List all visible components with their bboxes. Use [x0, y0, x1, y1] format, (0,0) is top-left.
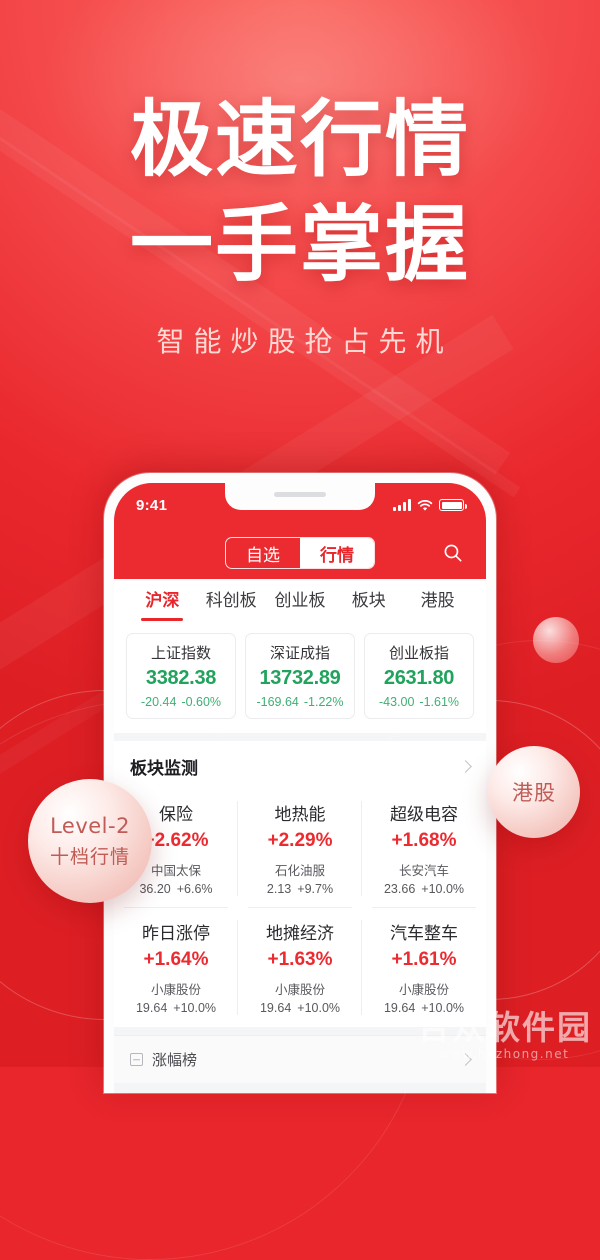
badge-level2: Level-2 十档行情: [28, 779, 152, 903]
index-change-abs: -169.64: [256, 695, 299, 709]
index-change: -169.64 -1.22%: [248, 695, 352, 709]
lead-stock-percent: +10.0%: [173, 1001, 217, 1015]
tab-hushen[interactable]: 沪深: [128, 579, 197, 623]
lead-stock-quote: 19.64 +10.0%: [364, 1001, 484, 1015]
segmented-control[interactable]: 自选 行情: [225, 537, 375, 569]
lead-stock-percent: +9.7%: [297, 882, 334, 896]
lead-stock-price: 19.64: [383, 1001, 416, 1015]
chevron-right-icon[interactable]: [459, 1053, 472, 1066]
signal-bars-icon: [393, 499, 411, 511]
index-value: 13732.89: [259, 667, 341, 689]
status-bar: 9:41: [114, 483, 486, 527]
sector-percent: +1.63%: [267, 949, 333, 970]
index-name: 深证成指: [269, 644, 330, 662]
gainers-list-row[interactable]: 涨幅榜: [114, 1035, 486, 1083]
lead-stock-price: 2.13: [266, 882, 292, 896]
decorative-bubble: [533, 617, 579, 663]
tab-chuangye[interactable]: 创业板: [266, 579, 335, 623]
status-bar-clock: 9:41: [136, 496, 168, 514]
wifi-icon: [417, 499, 433, 511]
sector-name: 地摊经济: [266, 924, 334, 944]
index-value: 2631.80: [383, 667, 455, 689]
segment-watchlist[interactable]: 自选: [226, 538, 300, 568]
badge-hk-stocks: 港股: [488, 746, 580, 838]
badge-level2-line1: Level-2: [50, 813, 130, 838]
sector-cell[interactable]: 地摊经济 +1.63% 小康股份 19.64 +10.0%: [238, 908, 362, 1027]
collapse-box-icon[interactable]: [130, 1053, 143, 1066]
lead-stock-quote: 19.64 +10.0%: [240, 1001, 360, 1015]
segment-market[interactable]: 行情: [300, 538, 374, 568]
hero-headline-line2: 一手掌握: [130, 196, 470, 293]
tab-bankuai[interactable]: 板块: [334, 579, 403, 623]
lead-stock-name: 小康股份: [274, 982, 325, 997]
phone-notch: [225, 483, 375, 510]
index-name: 上证指数: [150, 644, 211, 662]
index-value: 3382.38: [145, 667, 217, 689]
lead-stock-percent: +10.0%: [297, 1001, 341, 1015]
index-change-abs: -43.00: [378, 695, 415, 709]
app-navbar: 自选 行情: [114, 527, 486, 579]
index-name: 创业板指: [388, 644, 449, 662]
status-bar-indicators: [393, 499, 467, 512]
hero-subtitle: 智能炒股抢占先机: [156, 325, 453, 358]
search-icon[interactable]: [442, 542, 464, 564]
hero-section: 极速行情 一手掌握 智能炒股抢占先机: [0, 92, 600, 360]
index-change-pct: -1.22%: [303, 695, 344, 709]
lead-stock-price: 19.64: [259, 1001, 292, 1015]
market-tab-bar[interactable]: 沪深 科创板 创业板 板块 港股: [114, 579, 486, 623]
index-change-pct: -0.60%: [181, 695, 222, 709]
hero-headline-line1: 极速行情: [130, 91, 470, 188]
lead-stock-percent: +10.0%: [421, 1001, 465, 1015]
speaker-grill: [274, 492, 326, 497]
index-card[interactable]: 深证成指 13732.89 -169.64 -1.22%: [245, 633, 355, 719]
badge-level2-line2: 十档行情: [49, 845, 130, 868]
tab-ganggu[interactable]: 港股: [403, 579, 472, 623]
battery-icon: [439, 499, 467, 511]
tab-kechuang[interactable]: 科创板: [197, 579, 266, 623]
